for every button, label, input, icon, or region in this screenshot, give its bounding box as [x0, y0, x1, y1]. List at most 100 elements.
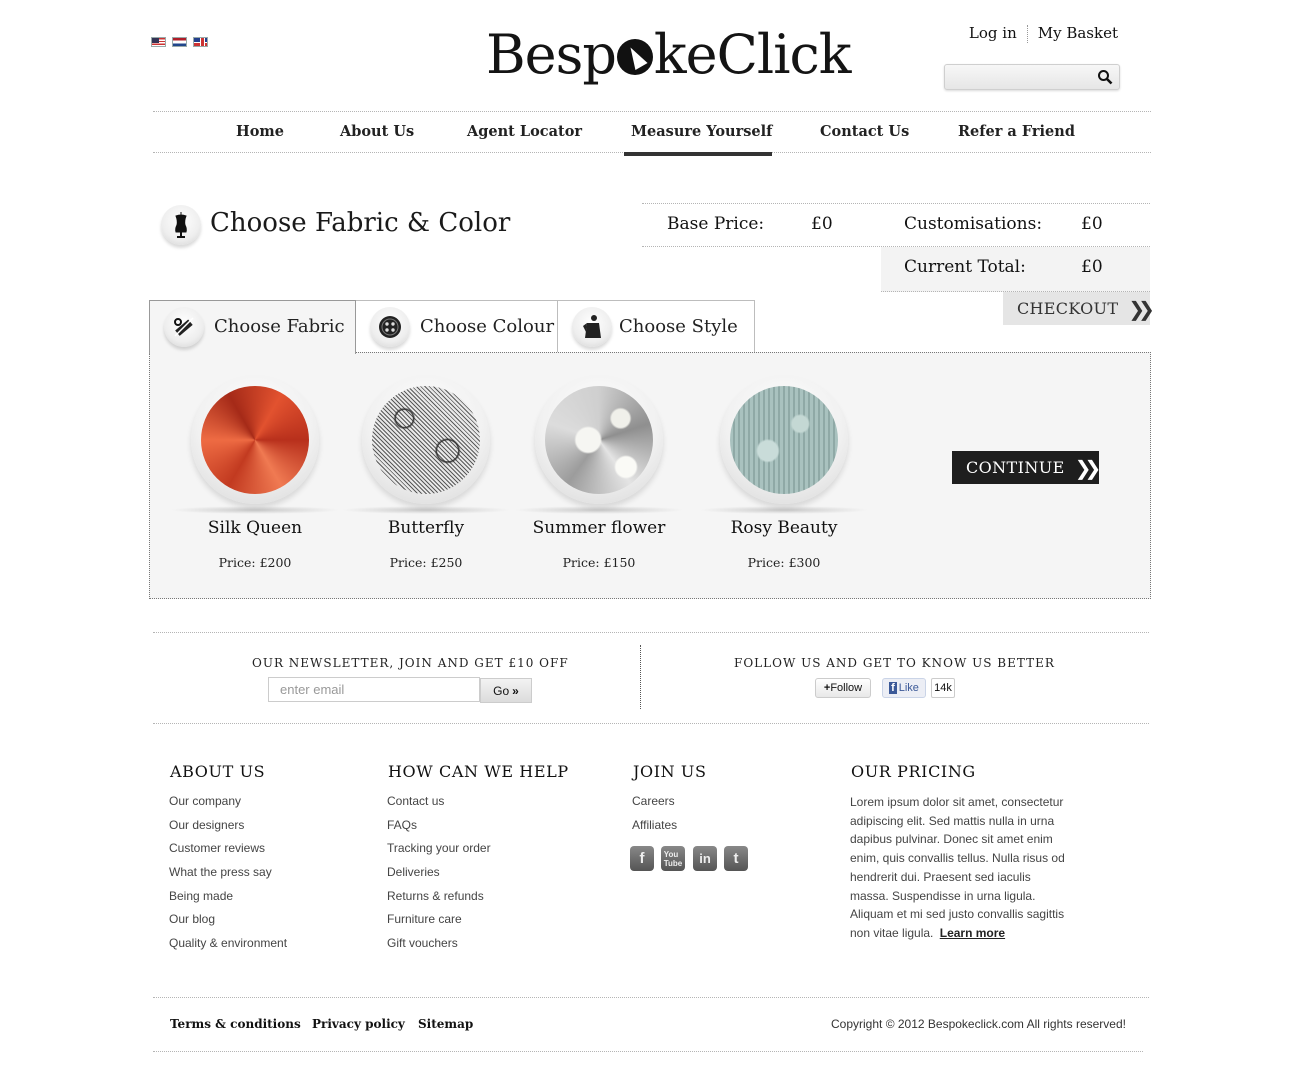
footer-link[interactable]: What the press say — [169, 865, 287, 889]
footer-link[interactable]: Careers — [632, 794, 677, 818]
footer-link[interactable]: Being made — [169, 889, 287, 913]
footer-help-title: HOW CAN WE HELP — [388, 762, 569, 781]
facebook-like-button[interactable]: f Like — [882, 678, 926, 698]
footer-link[interactable]: Quality & environment — [169, 936, 287, 960]
vertical-divider — [640, 645, 641, 709]
fabric-name: Butterfly — [387, 518, 465, 538]
footer-link[interactable]: Returns & refunds — [387, 889, 491, 913]
follow-button[interactable]: + Follow — [815, 678, 871, 698]
fabric-price: Price: £250 — [389, 555, 463, 570]
fabric-card[interactable]: Butterfly Price: £250 — [336, 376, 516, 570]
search-input[interactable] — [945, 65, 1085, 89]
chevron-icon: » — [512, 683, 519, 698]
customisations-label: Customisations: — [904, 214, 1043, 234]
checkout-button[interactable]: CHECKOUT ❯❯ — [1003, 292, 1155, 325]
footer-link[interactable]: Deliveries — [387, 865, 491, 889]
newsletter-go-button[interactable]: Go» — [480, 678, 532, 703]
youtube-icon[interactable]: You Tube — [661, 846, 685, 871]
footer-link[interactable]: Furniture care — [387, 912, 491, 936]
search-icon[interactable] — [1097, 69, 1113, 85]
tab-label: Choose Colour — [420, 316, 555, 337]
divider — [153, 1051, 1143, 1052]
button-icon — [370, 307, 410, 347]
like-label: Like — [898, 682, 919, 694]
linkedin-icon[interactable]: in — [693, 846, 717, 871]
us-flag-icon[interactable] — [151, 37, 166, 47]
nl-flag-icon[interactable] — [172, 37, 187, 47]
shadow — [170, 506, 340, 514]
basket-link[interactable]: My Basket — [1028, 24, 1118, 42]
nav-measure-yourself[interactable]: Measure Yourself — [631, 123, 772, 140]
customisations-value: £0 — [1081, 214, 1103, 234]
footer-help-links: Contact us FAQs Tracking your order Deli… — [387, 794, 491, 960]
logo-text-end: keClick — [653, 23, 852, 86]
shadow — [341, 506, 511, 514]
fabric-card[interactable]: Silk Queen Price: £200 — [165, 376, 345, 570]
terms-link[interactable]: Terms & conditions — [170, 1017, 301, 1031]
fabric-name: Summer flower — [532, 518, 666, 538]
nav-home[interactable]: Home — [236, 123, 284, 140]
fabric-swatch-frame — [362, 376, 490, 504]
follow-title: FOLLOW US AND GET TO KNOW US BETTER — [734, 656, 1055, 670]
divider — [153, 723, 1149, 724]
tab-label: Choose Fabric — [214, 316, 345, 337]
checkout-label: CHECKOUT — [1017, 299, 1119, 318]
pricing-text: Lorem ipsum dolor sit amet, consectetur … — [850, 795, 1065, 940]
uk-flag-icon[interactable] — [193, 37, 208, 47]
lace-swatch-image — [372, 386, 480, 494]
tab-choose-style[interactable]: Choose Style — [557, 300, 755, 353]
footer-pricing-title: OUR PRICING — [851, 762, 976, 781]
current-total: Current Total: £0 — [881, 247, 1150, 292]
like-count: 14k — [931, 678, 955, 698]
footer-link[interactable]: Tracking your order — [387, 841, 491, 865]
sitemap-link[interactable]: Sitemap — [418, 1017, 473, 1031]
facebook-icon[interactable]: f — [630, 846, 654, 871]
footer-link[interactable]: Our designers — [169, 818, 287, 842]
fabric-card[interactable]: Rosy Beauty Price: £300 — [694, 376, 874, 570]
facebook-small-icon: f — [889, 682, 897, 694]
continue-button[interactable]: CONTINUE ❯❯ — [952, 451, 1101, 484]
footer-link[interactable]: Our blog — [169, 912, 287, 936]
base-price-label: Base Price: — [667, 214, 765, 234]
page-title: Choose Fabric & Color — [210, 208, 511, 238]
nav-refer-a-friend[interactable]: Refer a Friend — [958, 123, 1075, 140]
tab-label: Choose Style — [619, 316, 738, 337]
fabric-price: Price: £300 — [747, 555, 821, 570]
base-price-value: £0 — [811, 214, 833, 234]
shadow — [699, 506, 869, 514]
footer-link[interactable]: Our company — [169, 794, 287, 818]
nav-agent-locator[interactable]: Agent Locator — [467, 123, 582, 140]
copyright-text: Copyright © 2012 Bespokeclick.com All ri… — [831, 1017, 1126, 1031]
privacy-link[interactable]: Privacy policy — [312, 1017, 405, 1031]
newsletter-email-input[interactable]: enter email — [268, 677, 480, 702]
fabric-swatch-frame — [720, 376, 848, 504]
nav-contact-us[interactable]: Contact Us — [820, 123, 909, 140]
learn-more-link[interactable]: Learn more — [937, 926, 1005, 940]
tab-choose-fabric[interactable]: Choose Fabric — [149, 300, 356, 354]
nav-about-us[interactable]: About Us — [340, 123, 414, 140]
site-logo[interactable]: Besp keClick — [486, 23, 852, 86]
footer-link[interactable]: Affiliates — [632, 818, 677, 842]
divider — [153, 997, 1149, 998]
footer-link[interactable]: Gift vouchers — [387, 936, 491, 960]
jacket-icon — [572, 307, 612, 347]
main-nav: Home About Us Agent Locator Measure Your… — [153, 111, 1151, 153]
silk-swatch-image — [201, 386, 309, 494]
footer-about-title: ABOUT US — [170, 762, 266, 781]
twitter-icon[interactable]: t — [724, 846, 748, 871]
fabric-name: Silk Queen — [207, 518, 303, 538]
scissors-icon — [164, 307, 204, 347]
fabric-card[interactable]: Summer flower Price: £150 — [509, 376, 689, 570]
fabric-price: Price: £150 — [562, 555, 636, 570]
tab-choose-colour[interactable]: Choose Colour — [355, 300, 558, 353]
price-summary: Base Price: £0 Customisations: £0 — [642, 203, 1150, 247]
footer-link[interactable]: FAQs — [387, 818, 491, 842]
login-link[interactable]: Log in — [959, 24, 1027, 42]
pricing-description: Lorem ipsum dolor sit amet, consectetur … — [850, 793, 1072, 943]
footer-link[interactable]: Contact us — [387, 794, 491, 818]
footer-link[interactable]: Customer reviews — [169, 841, 287, 865]
dress-form-icon — [161, 205, 201, 245]
rose-lace-swatch-image — [730, 386, 838, 494]
account-links: Log in My Basket — [959, 24, 1118, 43]
current-total-value: £0 — [1081, 257, 1103, 277]
